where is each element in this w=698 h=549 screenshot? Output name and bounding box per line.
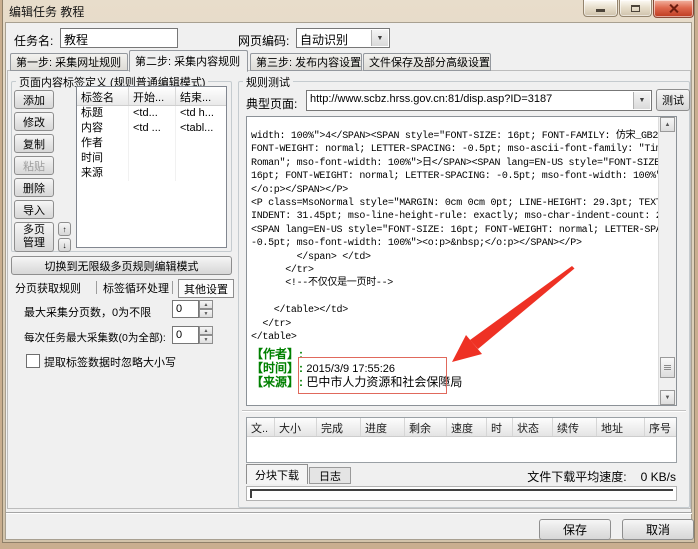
max-pages-stepper[interactable]: ▲ ▼ — [199, 300, 213, 318]
chevron-down-icon[interactable]: ▼ — [371, 30, 388, 46]
close-icon — [668, 3, 679, 14]
subtab-divider — [172, 281, 173, 294]
multipage-manage-button[interactable]: 多页 管理 — [14, 222, 54, 252]
table-row[interactable]: 作者 — [77, 136, 226, 151]
spin-down-icon[interactable]: ▼ — [199, 309, 213, 318]
spin-down-icon[interactable]: ▼ — [199, 335, 213, 344]
max-per-task-input[interactable]: 0 — [172, 326, 199, 344]
arrow-down-icon: ↓ — [63, 241, 67, 250]
ignore-case-checkbox[interactable] — [26, 354, 40, 368]
table-row[interactable]: 标题 <td... <td h... — [77, 106, 226, 121]
scrollbar-thumb[interactable] — [660, 357, 675, 378]
scroll-down-icon[interactable]: ▼ — [660, 390, 675, 405]
column-header-progress[interactable]: 进度 — [361, 418, 405, 436]
table-row[interactable]: 时间 — [77, 151, 226, 166]
add-button[interactable]: 添加 — [14, 90, 54, 109]
average-speed-value: 0 KB/s — [641, 470, 676, 484]
encoding-label: 网页编码: — [238, 32, 289, 49]
typical-page-url-select[interactable]: http://www.scbz.hrss.gov.cn:81/disp.asp?… — [306, 90, 652, 111]
progress-tick — [250, 489, 252, 498]
tab-step1-url-rules[interactable]: 第一步: 采集网址规则 — [10, 53, 128, 71]
test-button[interactable]: 测试 — [656, 89, 690, 111]
column-header-done[interactable]: 完成 — [317, 418, 361, 436]
move-up-button[interactable]: ↑ — [58, 222, 71, 236]
average-speed-label: 文件下载平均速度: — [527, 470, 626, 484]
html-source-code: width: 100%">4</SPAN><SPAN style="FONT-S… — [251, 130, 656, 345]
download-list-header: 文.. 大小 完成 进度 剩余 速度 时 状态 续传 地址 序号 — [247, 418, 676, 437]
maximize-icon — [631, 5, 640, 12]
subtab-other-settings[interactable]: 其他设置 — [178, 279, 234, 298]
column-header-file[interactable]: 文.. — [247, 418, 275, 436]
tag-table-header: 标签名 开始... 结束... — [77, 87, 226, 106]
column-header-time[interactable]: 时 — [487, 418, 513, 436]
maximize-button[interactable] — [619, 0, 652, 17]
tab-step2-content-rules[interactable]: 第二步: 采集内容规则 — [129, 50, 248, 72]
column-header-address[interactable]: 地址 — [597, 418, 645, 436]
paste-button[interactable]: 粘贴 — [14, 156, 54, 175]
spin-up-icon[interactable]: ▲ — [199, 300, 213, 309]
download-list: 文.. 大小 完成 进度 剩余 速度 时 状态 续传 地址 序号 — [246, 417, 677, 463]
import-button[interactable]: 导入 — [14, 200, 54, 219]
tab-log[interactable]: 日志 — [309, 467, 351, 484]
table-row[interactable]: 来源 — [77, 166, 226, 181]
minimize-button[interactable] — [583, 0, 618, 17]
save-button[interactable]: 保存 — [539, 519, 611, 540]
grip-icon — [664, 365, 671, 370]
modify-button[interactable]: 修改 — [14, 112, 54, 131]
move-down-button[interactable]: ↓ — [58, 238, 71, 252]
screen: 编辑任务 教程 任务名: 教程 网页编码: 自动识别 ▼ 第一步: 采集网址规则… — [0, 0, 698, 549]
vertical-scrollbar[interactable]: ▲ ▼ — [658, 117, 676, 405]
column-header-start[interactable]: 开始... — [129, 87, 176, 105]
column-header-tagname[interactable]: 标签名 — [77, 87, 129, 105]
window-title: 编辑任务 教程 — [9, 3, 84, 20]
minimize-icon — [596, 9, 605, 12]
typical-page-url: http://www.scbz.hrss.gov.cn:81/disp.asp?… — [310, 93, 552, 105]
spin-up-icon[interactable]: ▲ — [199, 326, 213, 335]
encoding-select[interactable]: 自动识别 ▼ — [296, 28, 390, 48]
footer-divider — [6, 512, 692, 514]
subtab-divider — [96, 281, 97, 294]
chevron-down-icon[interactable]: ▼ — [633, 92, 650, 109]
typical-page-label: 典型页面: — [246, 95, 297, 112]
column-header-remaining[interactable]: 剩余 — [405, 418, 447, 436]
scroll-up-icon[interactable]: ▲ — [660, 117, 675, 132]
subtab-tag-loop[interactable]: 标签循环处理 — [103, 279, 169, 296]
progress-track — [250, 489, 673, 491]
arrow-up-icon: ↑ — [63, 225, 67, 234]
column-header-resume[interactable]: 续传 — [553, 418, 597, 436]
tag-table: 标签名 开始... 结束... 标题 <td... <td h... 内容 <t… — [76, 86, 227, 248]
max-per-task-stepper[interactable]: ▲ ▼ — [199, 326, 213, 344]
column-header-speed[interactable]: 速度 — [447, 418, 487, 436]
tab-chunk-download[interactable]: 分块下载 — [246, 464, 308, 484]
tab-file-save-advanced[interactable]: 文件保存及部分高级设置 — [363, 53, 491, 71]
result-author-line: 【作者】: — [251, 347, 303, 362]
task-name-input[interactable]: 教程 — [60, 28, 178, 48]
section-divider — [242, 410, 686, 412]
column-header-status[interactable]: 状态 — [513, 418, 553, 436]
rule-test-result-area[interactable]: width: 100%">4</SPAN><SPAN style="FONT-S… — [246, 116, 677, 406]
encoding-value: 自动识别 — [300, 33, 348, 47]
task-name-label: 任务名: — [14, 32, 53, 49]
close-button[interactable] — [653, 0, 694, 18]
table-row[interactable]: 内容 <td ... <tabl... — [77, 121, 226, 136]
switch-multipage-mode-button[interactable]: 切换到无限级多页规则编辑模式 — [11, 256, 232, 275]
delete-button[interactable]: 删除 — [14, 178, 54, 197]
max-pages-input[interactable]: 0 — [172, 300, 199, 318]
column-header-end[interactable]: 结束... — [176, 87, 226, 105]
cancel-button[interactable]: 取消 — [622, 519, 694, 540]
subtab-paging-rules[interactable]: 分页获取规则 — [15, 279, 81, 296]
download-progress-bar — [246, 486, 677, 501]
copy-button[interactable]: 复制 — [14, 134, 54, 153]
tab-step3-publish-settings[interactable]: 第三步: 发布内容设置 — [250, 53, 362, 71]
column-header-index[interactable]: 序号 — [645, 418, 676, 436]
average-speed: 文件下载平均速度: 0 KB/s — [450, 468, 676, 485]
rule-test-group-title: 规则测试 — [243, 74, 293, 90]
column-header-size[interactable]: 大小 — [275, 418, 317, 436]
highlight-box — [298, 357, 447, 394]
